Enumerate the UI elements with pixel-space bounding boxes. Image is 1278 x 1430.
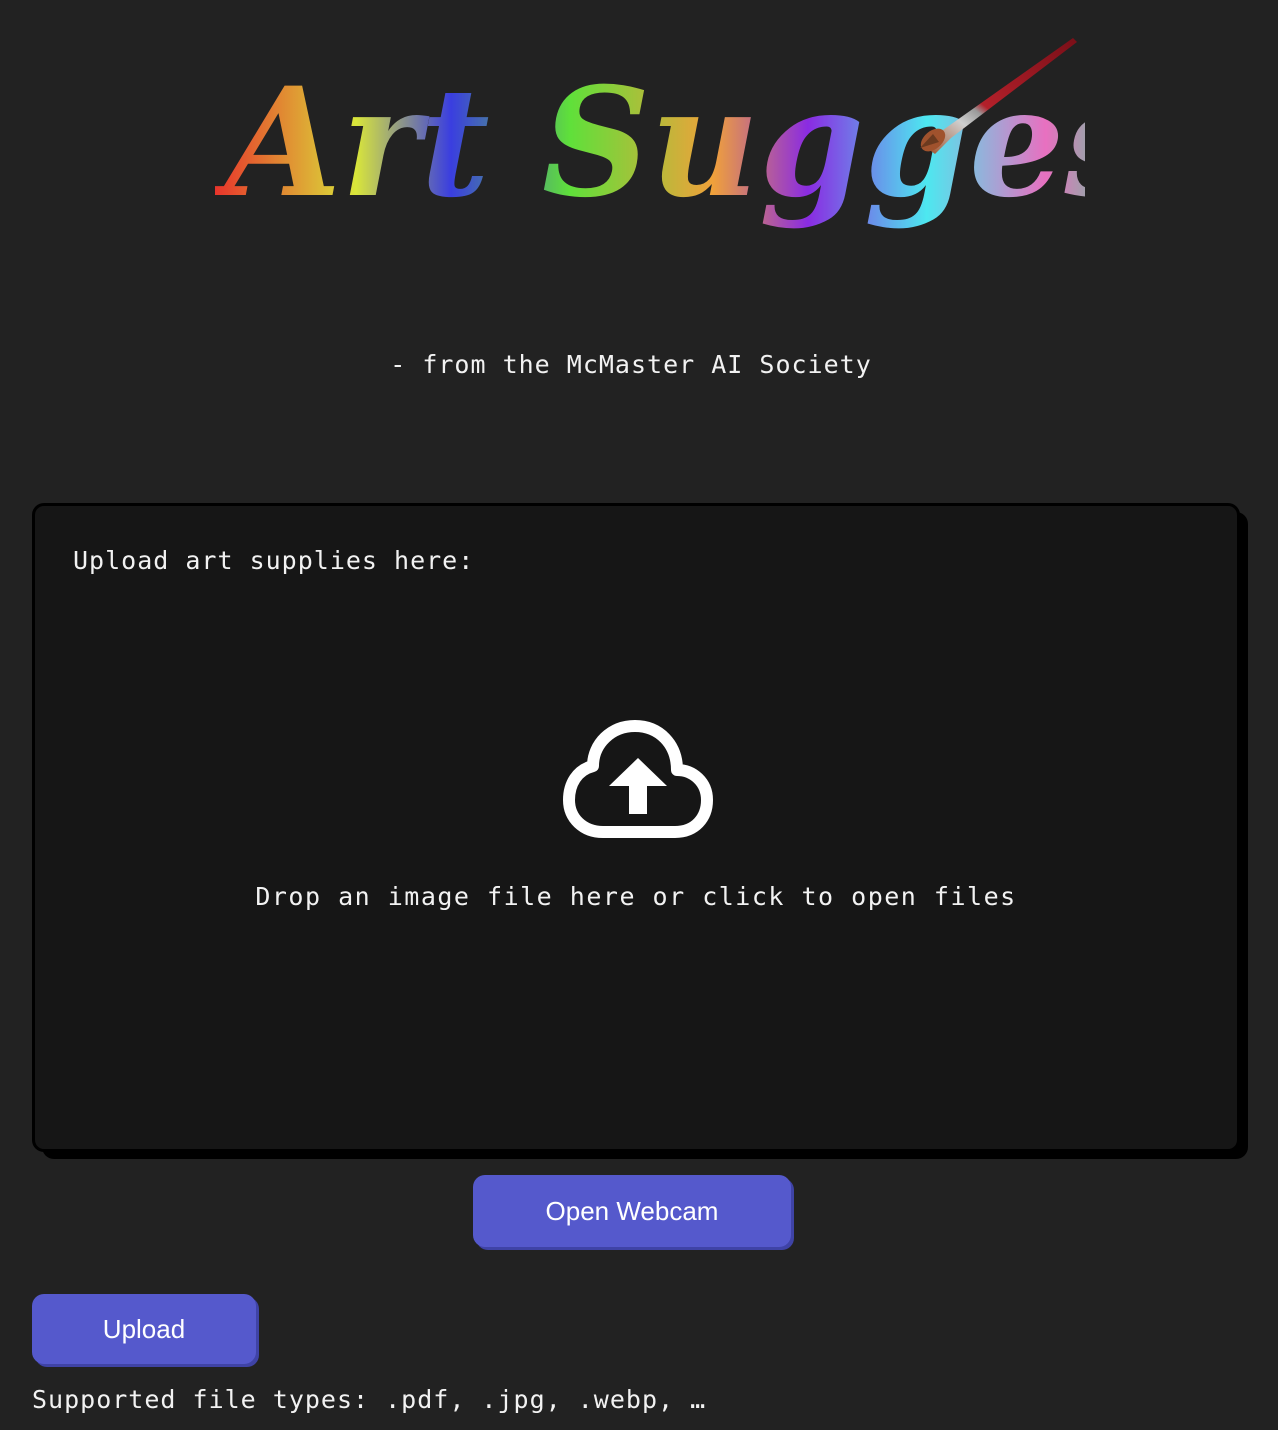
dropzone-hint: Drop an image file here or click to open… (255, 882, 1017, 911)
open-webcam-button[interactable]: Open Webcam (473, 1175, 791, 1247)
upload-button[interactable]: Upload (32, 1294, 256, 1364)
subtitle: - from the McMaster AI Society (390, 350, 872, 379)
supported-file-types: Supported file types: .pdf, .jpg, .webp,… (32, 1385, 707, 1414)
cloud-upload-icon (563, 714, 713, 844)
app-logo-graphic: Art Suggester (215, 38, 1085, 231)
app-logo: Art Suggester (215, 30, 1085, 260)
page: Art Suggester - from the McMaster AI Soc… (0, 0, 1278, 1430)
logo-text: Art Suggester (215, 55, 1085, 231)
dropzone-label: Upload art supplies here: (73, 546, 475, 575)
file-dropzone[interactable]: Upload art supplies here: Drop an image … (32, 503, 1240, 1152)
